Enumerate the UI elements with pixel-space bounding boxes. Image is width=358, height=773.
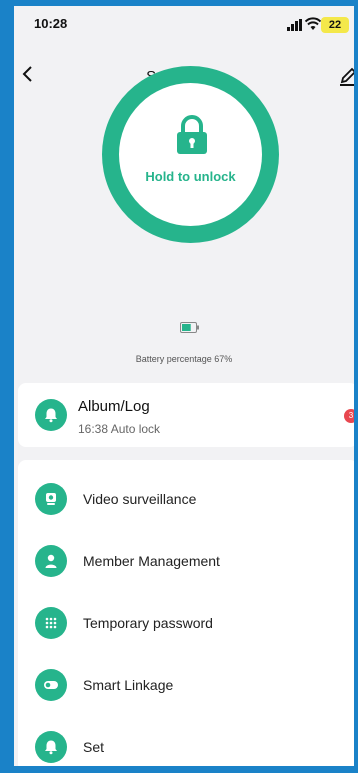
- battery-level-badge: 22: [321, 17, 349, 33]
- status-bar: 10:28 22: [14, 6, 354, 36]
- album-log-title: Album/Log: [78, 398, 150, 415]
- menu-icon-circle: [35, 545, 67, 577]
- menu-item-label: Video surveillance: [83, 491, 197, 507]
- toggle-icon: [44, 681, 58, 689]
- hold-to-unlock-button[interactable]: Hold to unlock: [119, 83, 262, 226]
- album-log-card[interactable]: Album/Log 16:38 Auto lock 3: [18, 383, 354, 447]
- wifi-icon: [305, 17, 321, 30]
- bell-icon: [45, 740, 57, 755]
- menu-item-temporary-password[interactable]: Temporary password: [18, 592, 354, 654]
- menu-icon-circle: [35, 731, 67, 763]
- menu-icon-circle: [35, 483, 67, 515]
- album-icon-circle: [35, 399, 67, 431]
- menu-item-set[interactable]: Set: [18, 716, 354, 766]
- menu-icon-circle: [35, 669, 67, 701]
- signal-icon: [287, 19, 302, 31]
- menu-item-video-surveillance[interactable]: Video surveillance: [18, 468, 354, 530]
- pencil-icon[interactable]: [340, 64, 354, 86]
- battery-icon: [180, 322, 199, 333]
- bell-icon: [45, 408, 57, 423]
- menu-item-label: Temporary password: [83, 615, 213, 631]
- menu-item-member-management[interactable]: Member Management: [18, 530, 354, 592]
- notification-badge: 3: [344, 409, 354, 423]
- lock-icon: [177, 115, 207, 154]
- menu-item-label: Member Management: [83, 553, 220, 569]
- unlock-ring: Hold to unlock: [102, 66, 279, 243]
- battery-percentage-text: Battery percentage 67%: [135, 354, 233, 364]
- menu-icon-circle: [35, 607, 67, 639]
- hold-to-unlock-label: Hold to unlock: [145, 169, 236, 184]
- menu-item-label: Set: [83, 739, 105, 755]
- keypad-icon: [45, 617, 57, 629]
- status-time: 10:28: [34, 16, 68, 31]
- phone-screen: 10:28 22 Smart Lock: [14, 6, 354, 766]
- menu-item-smart-linkage[interactable]: Smart Linkage: [18, 654, 354, 716]
- album-log-subtitle: 16:38 Auto lock: [78, 422, 161, 436]
- person-icon: [45, 554, 57, 568]
- camera-icon: [46, 493, 56, 505]
- menu-card: Video surveillance Member Management Tem…: [18, 460, 354, 766]
- menu-item-label: Smart Linkage: [83, 677, 174, 693]
